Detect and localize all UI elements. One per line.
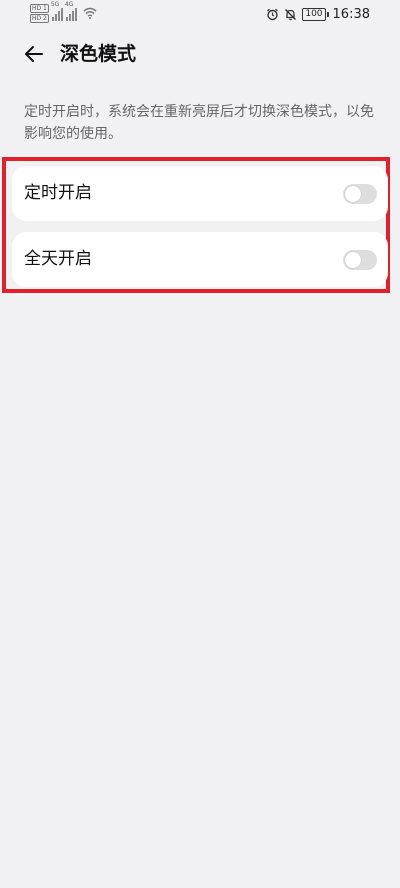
sim-tag: HD 2 [30, 14, 49, 23]
mute-icon [285, 8, 297, 20]
sim-indicators: HD 1 HD 2 [30, 4, 49, 23]
signal-icon: 4G [65, 1, 77, 21]
network-label: 4G [64, 1, 74, 8]
toggle-knob [345, 252, 361, 268]
option-all-day[interactable]: 全天开启 [12, 232, 388, 287]
description-text: 定时开启时，系统会在重新亮屏后才切换深色模式，以免影响您的使用。 [24, 104, 374, 142]
page-header: 深色模式 [0, 34, 400, 74]
toggle-knob [345, 186, 361, 202]
alarm-icon [267, 8, 279, 20]
status-bar: HD 1 HD 2 5G 4G 100 16:38 [0, 0, 400, 28]
status-bar-right: 100 16:38 [266, 4, 370, 24]
battery-icon: 100 [302, 7, 329, 21]
page-title: 深色模式 [60, 43, 137, 65]
back-arrow-icon[interactable] [22, 42, 46, 66]
option-label: 全天开启 [24, 249, 92, 269]
status-time: 16:38 [332, 6, 370, 22]
dark-mode-settings-screen: HD 1 HD 2 5G 4G 100 16:38 深色模式 定时开启时，系统会… [0, 0, 400, 888]
signal-icon: 5G [51, 1, 63, 21]
status-bar-left: HD 1 HD 2 5G 4G [30, 1, 97, 24]
network-label: 5G [50, 1, 60, 8]
scheduled-toggle[interactable] [343, 184, 377, 204]
all-day-toggle[interactable] [343, 250, 377, 270]
option-label: 定时开启 [24, 183, 92, 203]
sim-tag: HD 1 [30, 4, 49, 13]
option-scheduled[interactable]: 定时开启 [12, 166, 388, 221]
wifi-icon [83, 7, 97, 19]
